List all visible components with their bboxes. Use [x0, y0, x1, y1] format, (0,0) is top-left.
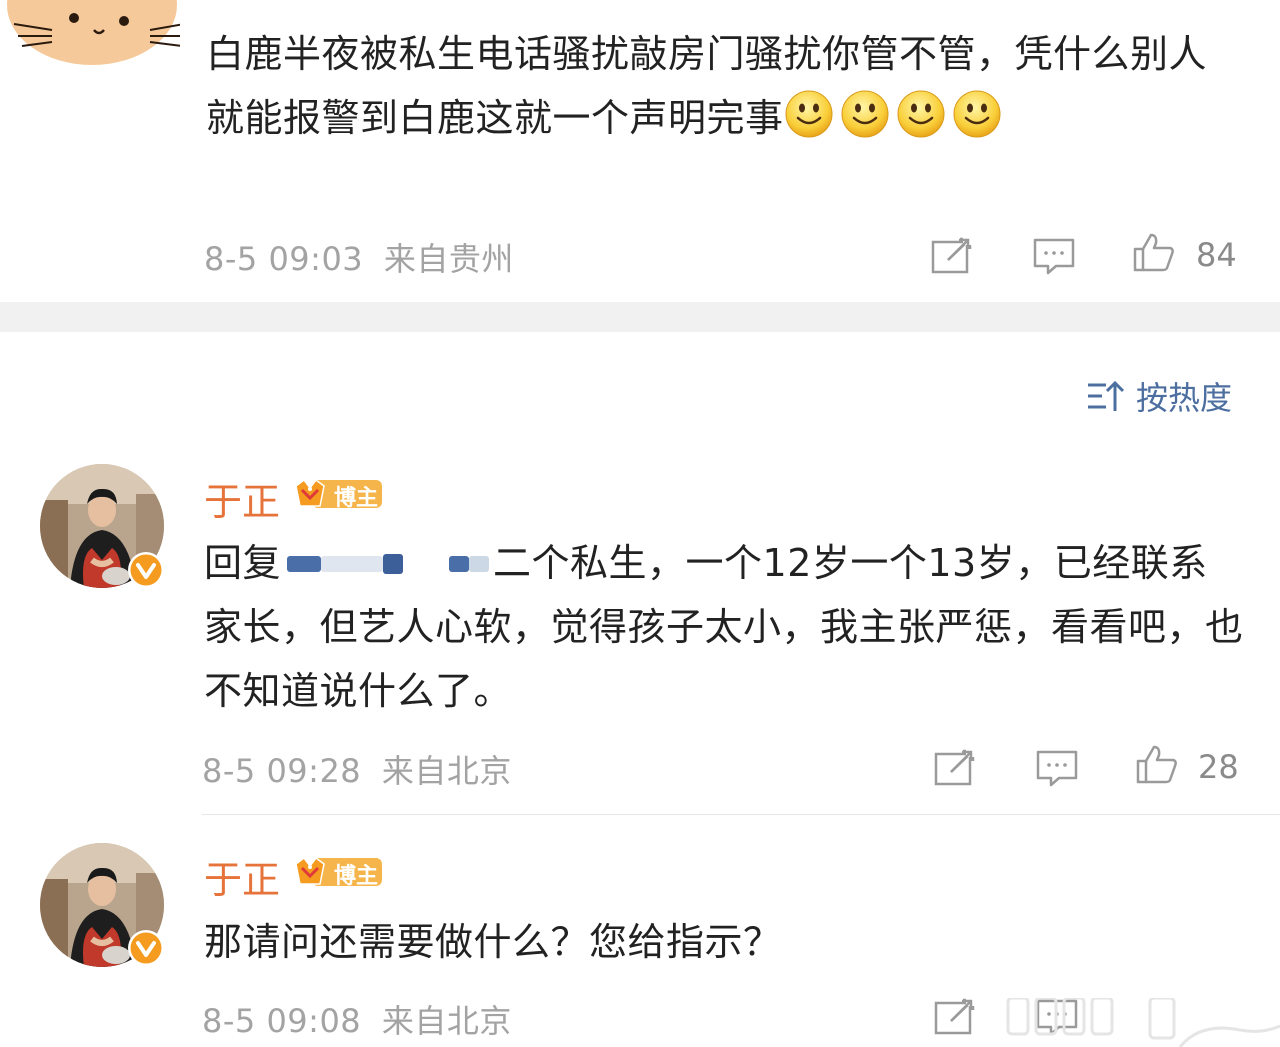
- like-icon[interactable]: [1132, 232, 1176, 272]
- reply-text: 那请问还需要做什么？您给指示？: [204, 920, 782, 964]
- blurred-username: [321, 556, 384, 572]
- share-icon[interactable]: [930, 236, 974, 276]
- author-name[interactable]: 于正: [204, 849, 280, 904]
- sort-button[interactable]: 按热度: [1086, 374, 1232, 418]
- like-count: 84: [1196, 236, 1237, 274]
- like-count: 28: [1198, 748, 1239, 786]
- comment-meta: 8-5 09:03 来自贵州: [204, 234, 514, 280]
- reply-meta: 8-5 09:28 来自北京: [202, 746, 512, 792]
- crown-badge-icon: 博主: [292, 854, 384, 890]
- reply-prefix: 回复: [204, 541, 282, 585]
- reply-meta: 8-5 09:08 来自北京: [202, 996, 512, 1042]
- blurred-username: [403, 556, 450, 572]
- verified-v-icon: [127, 551, 165, 589]
- comment-icon[interactable]: [1032, 236, 1076, 276]
- smile-emoji-icon: [840, 89, 890, 139]
- comment-location: 来自贵州: [383, 240, 514, 278]
- reply-text: 回复 二个私生，一个12岁一个13岁，已经联系家长，但艺人心软，觉得孩子太小，我主…: [204, 531, 1244, 723]
- author-name[interactable]: 于正: [204, 471, 280, 526]
- author-badge: 博主: [334, 486, 379, 511]
- smile-emoji-icon: [784, 89, 834, 139]
- verified-v-icon: [127, 929, 165, 967]
- reply-location: 来自北京: [381, 1002, 512, 1040]
- reply-divider: [202, 814, 1280, 815]
- blurred-username: [383, 554, 404, 574]
- share-icon[interactable]: [933, 748, 977, 788]
- like-icon[interactable]: [1135, 744, 1179, 784]
- crown-badge-icon: 博主: [292, 476, 384, 512]
- sort-icon: [1088, 380, 1124, 411]
- smile-emoji-icon: [896, 89, 946, 139]
- reply-location: 来自北京: [381, 752, 512, 790]
- comment-time: 8-5 09:03: [204, 240, 364, 278]
- comment-text: 白鹿半夜被私生电话骚扰敲房门骚扰你管不管，凭什么别人就能报警到白鹿这就一个声明完…: [206, 22, 1216, 150]
- smile-emoji-icon: [952, 89, 1002, 139]
- blurred-username: [287, 556, 322, 572]
- blurred-username: [469, 556, 490, 572]
- watermark: [1000, 998, 1280, 1047]
- reply-time: 8-5 09:08: [202, 1002, 362, 1040]
- author-badge: 博主: [334, 864, 379, 889]
- reply-time: 8-5 09:28: [202, 752, 362, 790]
- sort-label: 按热度: [1136, 379, 1233, 417]
- share-icon[interactable]: [933, 997, 977, 1037]
- comment-icon[interactable]: [1035, 748, 1079, 788]
- section-divider: [0, 302, 1280, 332]
- blurred-username: [449, 556, 470, 572]
- comment-body: 白鹿半夜被私生电话骚扰敲房门骚扰你管不管，凭什么别人就能报警到白鹿这就一个声明完…: [206, 32, 1208, 140]
- cat-avatar[interactable]: [0, 0, 186, 70]
